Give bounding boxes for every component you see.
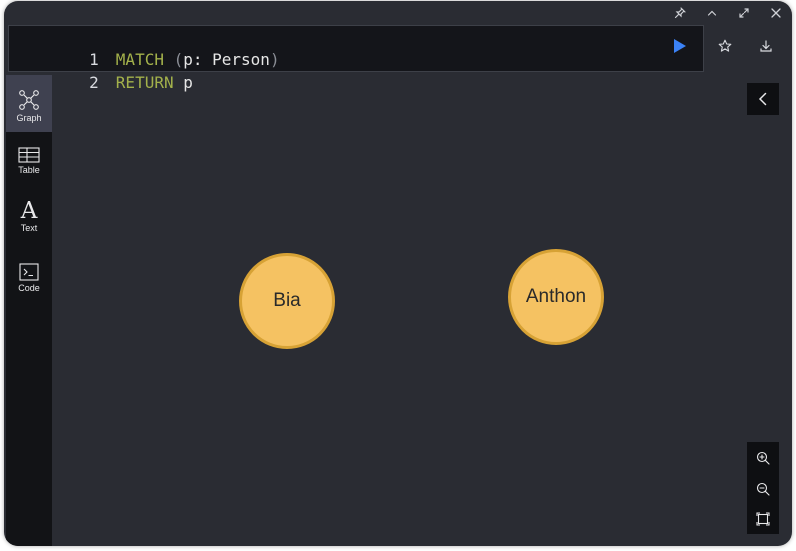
pin-icon — [674, 7, 686, 19]
chevron-left-icon — [758, 92, 767, 106]
code-line: 1 MATCH (p: Person) — [9, 27, 279, 69]
window-controls — [664, 1, 792, 25]
table-icon — [18, 147, 40, 163]
collapse-up-button[interactable] — [696, 1, 728, 25]
sidebar-item-code[interactable]: Code — [6, 249, 52, 306]
zoom-controls — [747, 442, 779, 534]
run-query-button[interactable] — [670, 36, 690, 56]
node-caption: Bia — [273, 290, 301, 311]
code-pattern: p: Person — [183, 50, 270, 69]
graph-node[interactable]: Anthon — [508, 249, 604, 345]
node-caption: Anthon — [525, 286, 587, 307]
sidebar-item-text[interactable]: A Text — [6, 191, 52, 248]
download-button[interactable] — [754, 34, 778, 58]
graph-node[interactable]: Bia — [239, 253, 335, 349]
code-return-value: p — [173, 73, 193, 92]
app-window: 1 MATCH (p: Person) 2 RETURN p Graph Tab… — [4, 1, 792, 546]
zoom-out-button[interactable] — [747, 474, 779, 504]
fit-to-screen-icon — [756, 512, 770, 526]
play-icon — [674, 39, 686, 53]
sidebar-item-label: Code — [18, 283, 40, 293]
sidebar-item-graph[interactable]: Graph — [6, 75, 52, 132]
keyword-return: RETURN — [115, 73, 174, 92]
favorite-button[interactable] — [713, 34, 737, 58]
graph-icon — [19, 90, 39, 110]
code-punct: ) — [269, 50, 280, 69]
pin-button[interactable] — [664, 1, 696, 25]
close-icon — [771, 8, 781, 18]
chevron-up-icon — [707, 10, 717, 16]
code-line: 2 RETURN p — [9, 50, 193, 92]
toggle-details-panel-button[interactable] — [747, 83, 779, 115]
sidebar-item-table[interactable]: Table — [6, 133, 52, 190]
result-view-sidebar: Graph Table A Text Code — [6, 75, 52, 546]
sidebar-item-label: Text — [20, 223, 38, 233]
zoom-in-button[interactable] — [747, 443, 779, 473]
download-icon — [760, 40, 772, 52]
close-button[interactable] — [760, 1, 792, 25]
zoom-out-icon — [756, 482, 770, 496]
query-editor[interactable]: 1 MATCH (p: Person) 2 RETURN p — [8, 25, 704, 92]
code-icon — [19, 263, 39, 281]
text-icon: A — [20, 198, 38, 224]
expand-icon — [739, 8, 749, 18]
fit-to-screen-button[interactable] — [747, 504, 779, 534]
fullscreen-button[interactable] — [728, 1, 760, 25]
star-icon — [718, 39, 732, 52]
line-number: 2 — [89, 73, 99, 92]
zoom-in-icon — [756, 451, 770, 465]
sidebar-item-label: Table — [18, 165, 40, 175]
sidebar-item-label: Graph — [16, 113, 42, 123]
